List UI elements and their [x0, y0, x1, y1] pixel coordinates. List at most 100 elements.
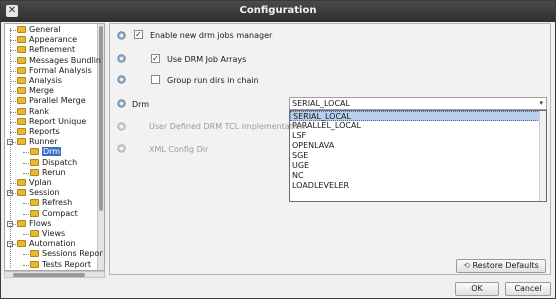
tree-item[interactable]: Dispatch	[30, 158, 77, 168]
folder-icon	[30, 230, 39, 237]
tree-item-label: Rerun	[42, 167, 66, 177]
dropdown-option[interactable]: LOADLEVELER	[290, 181, 546, 191]
tree-horizontal-scrollbar[interactable]	[4, 271, 105, 278]
tree-item[interactable]: Sessions Repor	[30, 249, 103, 259]
dropdown-option[interactable]: LSF	[290, 131, 546, 141]
tree-item-label: Dispatch	[42, 157, 78, 167]
tree-item[interactable]: Reports	[17, 127, 60, 137]
folder-icon	[17, 97, 26, 105]
folder-icon	[17, 179, 26, 186]
window-title: Configuration	[239, 5, 317, 16]
tree-connector	[23, 264, 29, 266]
folder-icon	[17, 219, 26, 227]
drm-dropdown-list: SERIAL_LOCAL PARALLEL_LOCAL LSF OPENLAVA SGE…	[289, 110, 547, 202]
tree-item[interactable]: Appearance	[17, 35, 77, 45]
enable-drm-checkbox[interactable]: ✓	[134, 30, 143, 39]
dropdown-option[interactable]: SGE	[290, 151, 546, 161]
tree-item-label: Tests Report	[42, 259, 91, 269]
gear-icon	[117, 99, 126, 108]
gear-icon	[117, 31, 126, 40]
folder-icon	[17, 117, 26, 125]
gear-icon	[117, 54, 126, 63]
use-drm-job-arrays-checkbox[interactable]: ✓	[151, 54, 160, 63]
folder-icon	[17, 66, 26, 74]
tree-connector	[23, 254, 29, 256]
tree-item[interactable]: Analysis	[17, 76, 62, 86]
tree-item-label: Flows	[29, 218, 52, 228]
folder-icon	[30, 260, 39, 268]
group-run-dirs-label: Group run dirs in chain	[167, 76, 259, 85]
group-run-dirs-checkbox[interactable]	[151, 75, 160, 84]
tree-connector	[23, 213, 29, 215]
tree-hscroll-thumb[interactable]	[13, 273, 85, 277]
tree-item[interactable]: Messages Bundlin	[17, 56, 101, 66]
tree-item[interactable]: Vplan	[17, 178, 52, 188]
settings-tree: General Appearance Refinement Messages Bund…	[4, 23, 105, 271]
settings-panel: ✓ Enable new drm jobs manager ✓ Use DRM …	[109, 23, 551, 275]
folder-icon	[17, 87, 26, 95]
drm-select[interactable]: SERIAL_LOCAL ▾	[289, 97, 547, 110]
tree-item[interactable]: Compact	[30, 209, 78, 219]
restore-defaults-label: Restore Defaults	[472, 261, 539, 270]
dropdown-option[interactable]: PARALLEL_LOCAL	[290, 121, 546, 131]
title-bar: ✕ Configuration	[1, 1, 555, 22]
ok-button[interactable]: OK	[455, 282, 499, 296]
folder-icon	[17, 138, 26, 146]
folder-icon	[17, 107, 26, 115]
tree-item[interactable]: Rerun	[30, 168, 66, 178]
tree-item-label: Sessions Repor	[42, 249, 103, 259]
tree-item[interactable]: Formal Analysis	[17, 66, 92, 76]
tree-item-label: Formal Analysis	[29, 65, 92, 75]
folder-icon	[17, 189, 26, 197]
tree-connector	[23, 172, 29, 174]
tree-item[interactable]: Refresh	[30, 198, 72, 208]
tree-item-label: Refresh	[42, 198, 73, 208]
chevron-down-icon[interactable]: ▾	[539, 98, 543, 109]
folder-icon	[30, 148, 39, 156]
tree-item[interactable]: Report Unique	[17, 117, 86, 127]
dropdown-option[interactable]: NC	[290, 171, 546, 181]
folder-icon	[30, 199, 39, 207]
tree-item[interactable]: Parallel Merge	[17, 96, 86, 106]
tree-item[interactable]: Runner	[17, 137, 58, 147]
tree-item-label: General	[29, 25, 61, 34]
tree-scroll-thumb[interactable]	[99, 26, 103, 211]
tree-item[interactable]: Drm	[30, 147, 62, 157]
tree-item-label: Refinement	[29, 45, 76, 55]
tree-item-label: Merge	[29, 86, 54, 96]
tree-item[interactable]: Merge	[17, 86, 54, 96]
tree-item[interactable]: Session	[17, 188, 60, 198]
tree-item-label: Appearance	[29, 35, 78, 45]
tree-guide-line	[10, 28, 11, 268]
tree-item-label: Runner	[29, 137, 58, 147]
tree-item-label: Messages Bundlin	[29, 55, 101, 65]
tree-connector	[23, 152, 29, 154]
cancel-button[interactable]: Cancel	[505, 282, 551, 296]
tree-item-label: Vplan	[29, 178, 52, 187]
restore-defaults-button[interactable]: ⟲ Restore Defaults	[456, 259, 546, 273]
tree-item[interactable]: General	[17, 25, 61, 35]
tree-item[interactable]: Refinement	[17, 45, 75, 55]
enable-drm-label: Enable new drm jobs manager	[150, 31, 273, 40]
tree-item-label: Rank	[29, 106, 49, 116]
tree-item[interactable]: Tests Report	[30, 260, 91, 270]
restore-icon: ⟲	[463, 261, 470, 270]
tree-item[interactable]: Automation	[17, 239, 76, 249]
dropdown-option[interactable]: UGE	[290, 161, 546, 171]
folder-icon	[30, 209, 39, 217]
gear-icon	[117, 144, 126, 153]
tree-item-label: Parallel Merge	[29, 96, 86, 106]
folder-icon	[17, 56, 26, 64]
folder-icon	[30, 158, 39, 166]
tree-item[interactable]: Views	[30, 229, 65, 239]
tree-connector	[23, 162, 29, 164]
dropdown-scrollbar[interactable]	[539, 111, 546, 201]
folder-icon	[17, 128, 26, 135]
tree-item-label: Analysis	[29, 76, 62, 85]
tree-item[interactable]: Flows	[17, 219, 51, 229]
tree-item[interactable]: Rank	[17, 107, 49, 117]
tree-connector	[23, 234, 29, 235]
dropdown-option[interactable]: SERIAL_LOCAL	[290, 111, 546, 121]
configuration-window: ✕ Configuration General Appearance Refinem…	[0, 0, 556, 299]
dropdown-option[interactable]: OPENLAVA	[290, 141, 546, 151]
